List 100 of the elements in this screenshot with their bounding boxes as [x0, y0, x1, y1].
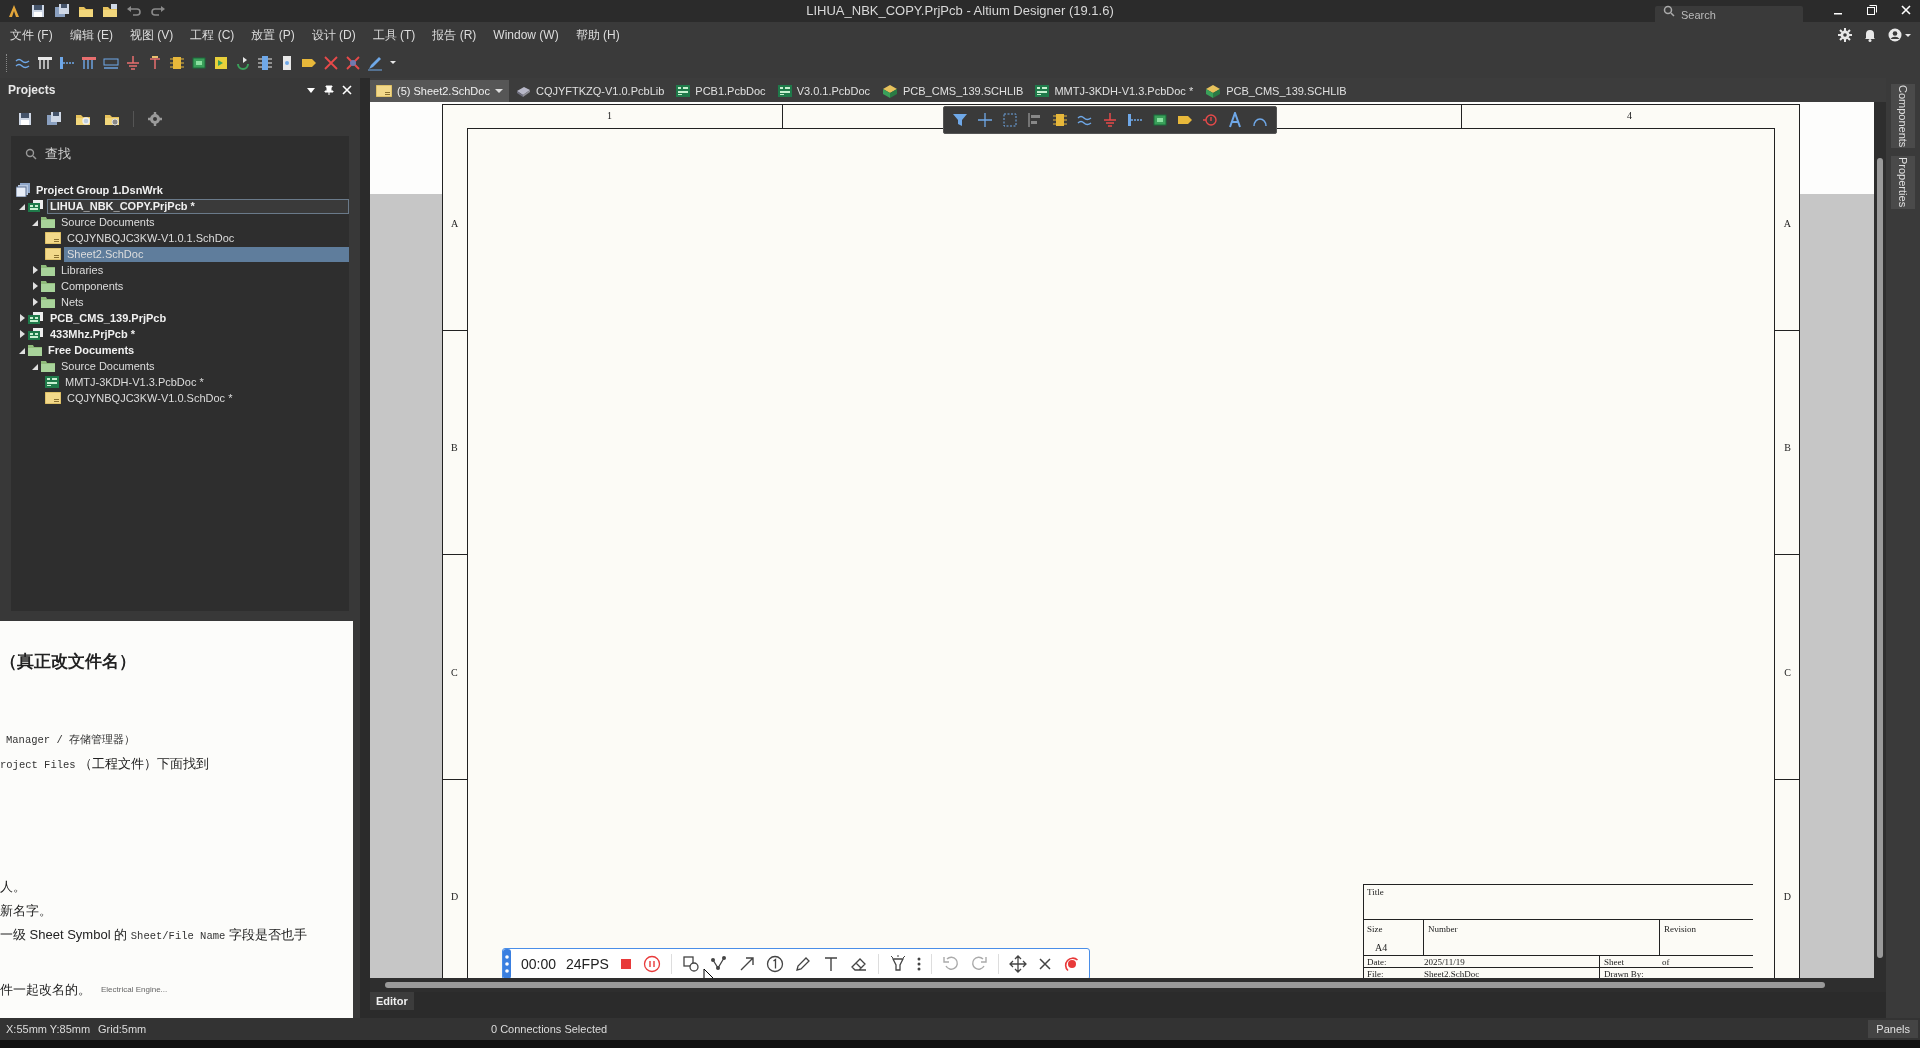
folder-icon — [41, 360, 55, 372]
menu-item[interactable]: 编辑 (E) — [69, 26, 113, 44]
pin-icon[interactable] — [324, 85, 334, 95]
collapsed-arrow-icon[interactable] — [19, 330, 25, 338]
node-path-icon[interactable] — [709, 955, 728, 973]
close-icon[interactable] — [342, 85, 352, 95]
scrollbar-thumb[interactable] — [385, 982, 1825, 988]
menu-item[interactable]: 帮助 (H) — [575, 26, 620, 44]
stop-icon[interactable] — [618, 957, 633, 971]
shapes-icon[interactable] — [681, 955, 700, 973]
ground-icon[interactable] — [125, 55, 141, 71]
side-panel-tab[interactable]: Properties — [1890, 156, 1916, 209]
collapsed-arrow-icon[interactable] — [19, 314, 25, 322]
tree-item[interactable]: PCB_CMS_139.PrjPcb — [47, 310, 349, 326]
panels-button[interactable]: Panels — [1868, 1020, 1918, 1038]
scrollbar-thumb[interactable] — [1877, 158, 1883, 958]
tree-item[interactable]: Source Documents — [58, 358, 349, 374]
harness-icon[interactable] — [81, 55, 97, 71]
align-icon[interactable] — [1027, 112, 1043, 128]
menu-item[interactable]: 工具 (T) — [372, 26, 416, 44]
expanded-arrow-icon[interactable] — [19, 346, 25, 354]
menu-item[interactable]: 放置 (P) — [251, 26, 295, 44]
filter-icon[interactable] — [952, 112, 968, 128]
document-tab[interactable]: PCB1.PcbDoc — [670, 80, 772, 102]
save-icon[interactable] — [30, 3, 46, 19]
app-logo-icon[interactable] — [6, 3, 22, 19]
tree-item[interactable]: CQJYNBQJC3KW-V1.0.SchDoc * — [64, 390, 349, 406]
folder-icon — [28, 344, 42, 356]
menu-item[interactable]: 报告 (R) — [432, 26, 477, 44]
save-all-icon[interactable] — [54, 3, 70, 19]
no-erc-icon[interactable] — [323, 55, 339, 71]
tree-item[interactable]: Nets — [58, 294, 349, 310]
pause-icon[interactable] — [642, 955, 661, 973]
redo-icon[interactable] — [150, 3, 166, 19]
open-project-icon[interactable] — [102, 3, 118, 19]
library-icon — [882, 84, 898, 98]
document-tab[interactable]: (5) Sheet2.SchDoc — [370, 80, 509, 102]
spotlight-icon[interactable] — [888, 955, 907, 973]
pencil-icon[interactable] — [793, 955, 812, 973]
sheet-symbol-icon[interactable] — [1152, 112, 1168, 128]
document-tab[interactable]: V3.0.1.PcbDoc — [771, 80, 876, 102]
menu-item[interactable]: 视图 (V) — [130, 26, 174, 44]
close-icon[interactable] — [1036, 956, 1053, 972]
numbered-marker-icon[interactable] — [765, 955, 784, 973]
tree-item[interactable]: Components — [58, 278, 349, 294]
tree-item[interactable]: LIHUA_NBK_COPY.PrjPcb * — [47, 198, 349, 214]
row-label: C — [1784, 666, 1791, 680]
sheet-label: Sheet — [1604, 956, 1624, 967]
restore-icon[interactable] — [1866, 4, 1878, 16]
tree-item[interactable]: CQJYNBQJC3KW-V1.0.1.SchDoc — [64, 230, 349, 246]
dropdown-icon[interactable] — [494, 87, 503, 95]
menu-item[interactable]: Window (W) — [493, 26, 559, 44]
power-port-icon[interactable] — [147, 55, 163, 71]
settings-icon[interactable] — [147, 111, 163, 127]
search-field[interactable]: Search — [1655, 6, 1803, 24]
bus-entry-icon[interactable] — [37, 55, 53, 71]
tree-item[interactable]: MMTJ-3KDH-V1.3.PcbDoc * — [62, 374, 349, 390]
menu-item[interactable]: 文件 (F) — [10, 26, 53, 44]
tree-item[interactable]: Libraries — [58, 262, 349, 278]
expanded-arrow-icon[interactable] — [32, 218, 38, 226]
more-options-icon[interactable] — [916, 955, 921, 973]
user-account-icon[interactable] — [1888, 28, 1912, 42]
sheet-symbol-icon[interactable] — [191, 55, 207, 71]
collapsed-arrow-icon[interactable] — [32, 282, 38, 290]
document-tab[interactable]: PCB_CMS_139.SCHLIB — [876, 80, 1030, 102]
expanded-arrow-icon[interactable] — [19, 202, 25, 210]
drag-handle-icon[interactable] — [503, 949, 511, 978]
menu-item[interactable]: 设计 (D) — [311, 26, 356, 44]
date-value: 2025/11/19 — [1424, 956, 1465, 967]
document-tab[interactable]: MMTJ-3KDH-V1.3.PcbDoc * — [1029, 80, 1200, 102]
undo-icon[interactable] — [126, 3, 142, 19]
tree-item[interactable]: Source Documents — [58, 214, 349, 230]
expanded-arrow-icon[interactable] — [32, 362, 38, 370]
pen-icon[interactable] — [367, 55, 383, 71]
record-icon[interactable] — [1062, 955, 1081, 973]
folder-icon — [41, 264, 55, 276]
dropdown-icon[interactable] — [306, 85, 316, 95]
tree-item[interactable]: 433Mhz.PrjPcb * — [47, 326, 349, 342]
editor-tab[interactable]: Editor — [370, 992, 414, 1010]
text-tool-icon[interactable] — [1227, 112, 1243, 128]
copy-documents-icon[interactable] — [46, 111, 62, 127]
move-icon[interactable] — [1008, 955, 1027, 973]
collapsed-arrow-icon[interactable] — [32, 298, 38, 306]
component-icon[interactable] — [1052, 112, 1068, 128]
menu-item[interactable]: 工程 (C) — [190, 26, 235, 44]
tree-item[interactable]: Free Documents — [45, 342, 349, 358]
save-icon[interactable] — [17, 111, 33, 127]
sheet-entry-icon[interactable] — [213, 55, 229, 71]
document-tab[interactable]: PCB_CMS_139.SCHLIB — [1199, 80, 1353, 102]
component-icon[interactable] — [169, 55, 185, 71]
document-tab[interactable]: CQJYFTKZQ-V1.0.PcbLib — [508, 80, 671, 102]
collapsed-arrow-icon[interactable] — [32, 266, 38, 274]
search-field[interactable]: 查找 — [45, 144, 245, 164]
side-panel-tab[interactable]: Components — [1890, 84, 1916, 149]
net-label-icon[interactable] — [103, 55, 119, 71]
notification-bell-icon[interactable] — [1864, 28, 1876, 42]
crosshair-icon[interactable] — [977, 112, 993, 128]
of-label: of — [1662, 956, 1670, 967]
close-icon[interactable] — [1900, 4, 1912, 16]
tree-item[interactable]: Project Group 1.DsnWrk — [33, 182, 349, 198]
